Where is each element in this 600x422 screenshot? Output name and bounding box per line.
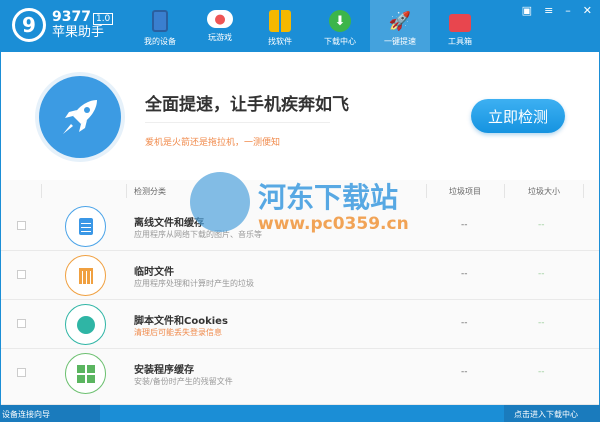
hero-subtitle: 爱机是火箭还是拖拉机，一测便知 bbox=[145, 138, 281, 148]
row-size: -- bbox=[538, 318, 545, 328]
logo-icon: 9 bbox=[12, 8, 46, 42]
row-size: -- bbox=[538, 220, 545, 230]
status-bar: 设备连接向导 点击进入下载中心 bbox=[0, 405, 600, 422]
table-row: 脚本文件和Cookies 清理后可能丢失登录信息 -- -- bbox=[1, 300, 599, 349]
row-items: -- bbox=[461, 367, 468, 377]
nav-downloads[interactable]: ⬇ 下载中心 bbox=[310, 0, 370, 52]
row-warning: 清理后可能丢失登录信息 bbox=[134, 328, 222, 337]
row-items: -- bbox=[461, 220, 468, 230]
nav-label: 玩游戏 bbox=[208, 33, 232, 42]
title-bar: 9 9377 1.0 苹果助手 我的设备 ● 玩游戏 找软件 ⬇ 下载中心 🚀 一键提速… bbox=[0, 0, 600, 52]
app-logo: 9 9377 1.0 苹果助手 bbox=[12, 8, 114, 42]
nav-speedup[interactable]: 🚀 一键提速 bbox=[370, 0, 430, 52]
version-badge: 1.0 bbox=[92, 13, 114, 25]
row-name: 离线文件和缓存 bbox=[134, 218, 204, 229]
nav-my-device[interactable]: 我的设备 bbox=[130, 0, 190, 52]
divider bbox=[145, 122, 330, 123]
toolbox-icon bbox=[449, 14, 471, 32]
nav-label: 工具箱 bbox=[448, 37, 472, 46]
nav-label: 下载中心 bbox=[324, 37, 356, 46]
row-checkbox[interactable] bbox=[17, 368, 26, 377]
device-wizard-link[interactable]: 设备连接向导 bbox=[0, 405, 100, 422]
nav-label: 一键提速 bbox=[384, 37, 416, 46]
row-items: -- bbox=[461, 318, 468, 328]
row-checkbox[interactable] bbox=[17, 221, 26, 230]
document-icon bbox=[65, 206, 106, 247]
table-row: 临时文件 应用程序处理和计算时产生的垃圾 -- -- bbox=[1, 251, 599, 300]
speedup-panel: 全面提速，让手机疾奔如飞 爱机是火箭还是拖拉机，一测便知 立即检测 检测分类 垃… bbox=[1, 52, 599, 405]
table-header: 检测分类 垃圾项目 垃圾大小 bbox=[1, 180, 599, 202]
rocket-icon bbox=[63, 100, 97, 134]
hero-section: 全面提速，让手机疾奔如飞 爱机是火箭还是拖拉机，一测便知 立即检测 bbox=[1, 52, 599, 180]
row-items: -- bbox=[461, 269, 468, 279]
feedback-icon[interactable]: ▣ bbox=[522, 4, 532, 17]
main-nav: 我的设备 ● 玩游戏 找软件 ⬇ 下载中心 🚀 一键提速 工具箱 bbox=[130, 0, 490, 52]
row-checkbox[interactable] bbox=[17, 270, 26, 279]
tablet-icon bbox=[152, 10, 168, 32]
app-name: 苹果助手 bbox=[52, 25, 105, 40]
nav-label: 找软件 bbox=[268, 37, 292, 46]
row-desc: 安装/备份时产生的残留文件 bbox=[134, 377, 233, 386]
nav-toolbox[interactable]: 工具箱 bbox=[430, 0, 490, 52]
row-name: 安装程序缓存 bbox=[134, 365, 194, 376]
scan-now-button[interactable]: 立即检测 bbox=[471, 99, 565, 133]
header-category: 检测分类 bbox=[134, 187, 166, 196]
rocket-badge bbox=[35, 72, 125, 162]
row-size: -- bbox=[538, 269, 545, 279]
row-size: -- bbox=[538, 367, 545, 377]
nav-games[interactable]: ● 玩游戏 bbox=[190, 0, 250, 52]
nav-label: 我的设备 bbox=[144, 37, 176, 46]
close-icon[interactable]: ✕ bbox=[583, 4, 592, 17]
row-desc: 应用程序从网络下载的图片、音乐等 bbox=[134, 230, 262, 239]
menu-icon[interactable]: ≡ bbox=[544, 4, 553, 17]
nav-software[interactable]: 找软件 bbox=[250, 0, 310, 52]
alarm-clock-icon bbox=[65, 304, 106, 345]
row-desc: 应用程序处理和计算时产生的垃圾 bbox=[134, 279, 254, 288]
header-items: 垃圾项目 bbox=[449, 187, 481, 196]
row-checkbox[interactable] bbox=[17, 319, 26, 328]
table-row: 离线文件和缓存 应用程序从网络下载的图片、音乐等 -- -- bbox=[1, 202, 599, 251]
table-row: 安装程序缓存 安装/备份时产生的残留文件 -- -- bbox=[1, 349, 599, 405]
row-name: 脚本文件和Cookies bbox=[134, 316, 228, 327]
row-name: 临时文件 bbox=[134, 267, 174, 278]
rocket-icon: 🚀 bbox=[388, 10, 412, 32]
minimize-icon[interactable]: – bbox=[565, 4, 571, 17]
download-center-link[interactable]: 点击进入下载中心 bbox=[504, 405, 600, 422]
apps-icon bbox=[65, 353, 106, 394]
logo-number: 9377 bbox=[52, 9, 91, 25]
trash-icon bbox=[65, 255, 106, 296]
header-size: 垃圾大小 bbox=[528, 187, 560, 196]
download-icon: ⬇ bbox=[329, 10, 351, 32]
gamepad-icon: ● bbox=[207, 10, 233, 28]
apps-grid-icon bbox=[269, 10, 291, 32]
hero-title: 全面提速，让手机疾奔如飞 bbox=[145, 95, 349, 115]
